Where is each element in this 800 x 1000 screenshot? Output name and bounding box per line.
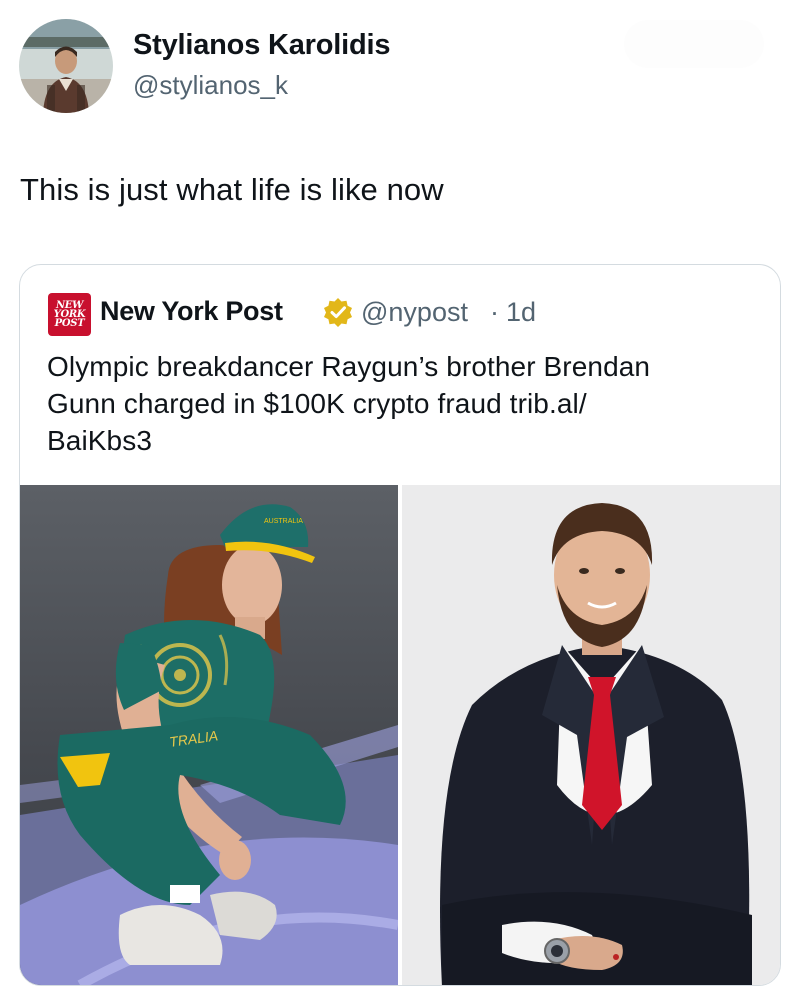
follow-button[interactable] xyxy=(624,20,764,68)
dot-separator: · xyxy=(490,297,499,327)
verified-gold-badge-icon xyxy=(324,298,352,327)
man-in-suit-photo[interactable] xyxy=(402,485,780,985)
cap-text: AUSTRALIA xyxy=(264,518,303,525)
author-handle[interactable]: @stylianos_k xyxy=(133,70,288,101)
quote-text-line: Gunn charged in $100K crypto fraud trib.… xyxy=(47,388,587,419)
quote-author-name[interactable]: New York Post xyxy=(100,296,283,327)
quote-media[interactable]: AUSTRALIA TRALIA xyxy=(20,485,780,985)
quote-author-handle[interactable]: @nypost xyxy=(361,297,468,328)
logo-line: POST xyxy=(54,318,85,329)
quote-text: Olympic breakdancer Raygun’s brother Bre… xyxy=(47,348,767,459)
post-text: This is just what life is like now xyxy=(20,172,444,207)
breakdancer-photo[interactable]: AUSTRALIA TRALIA xyxy=(20,485,398,985)
quote-text-line: Olympic breakdancer Raygun’s brother Bre… xyxy=(47,351,651,382)
quote-timestamp[interactable]: 1d xyxy=(506,297,536,328)
quote-text-line: BaiKbs3 xyxy=(47,425,152,456)
author-display-name[interactable]: Stylianos Karolidis xyxy=(133,29,390,62)
nypost-logo-icon[interactable]: NEW YORK POST xyxy=(48,293,91,336)
author-avatar[interactable] xyxy=(19,19,113,113)
quoted-post-card[interactable]: NEW YORK POST New York Post @nypost · 1d… xyxy=(19,264,781,986)
